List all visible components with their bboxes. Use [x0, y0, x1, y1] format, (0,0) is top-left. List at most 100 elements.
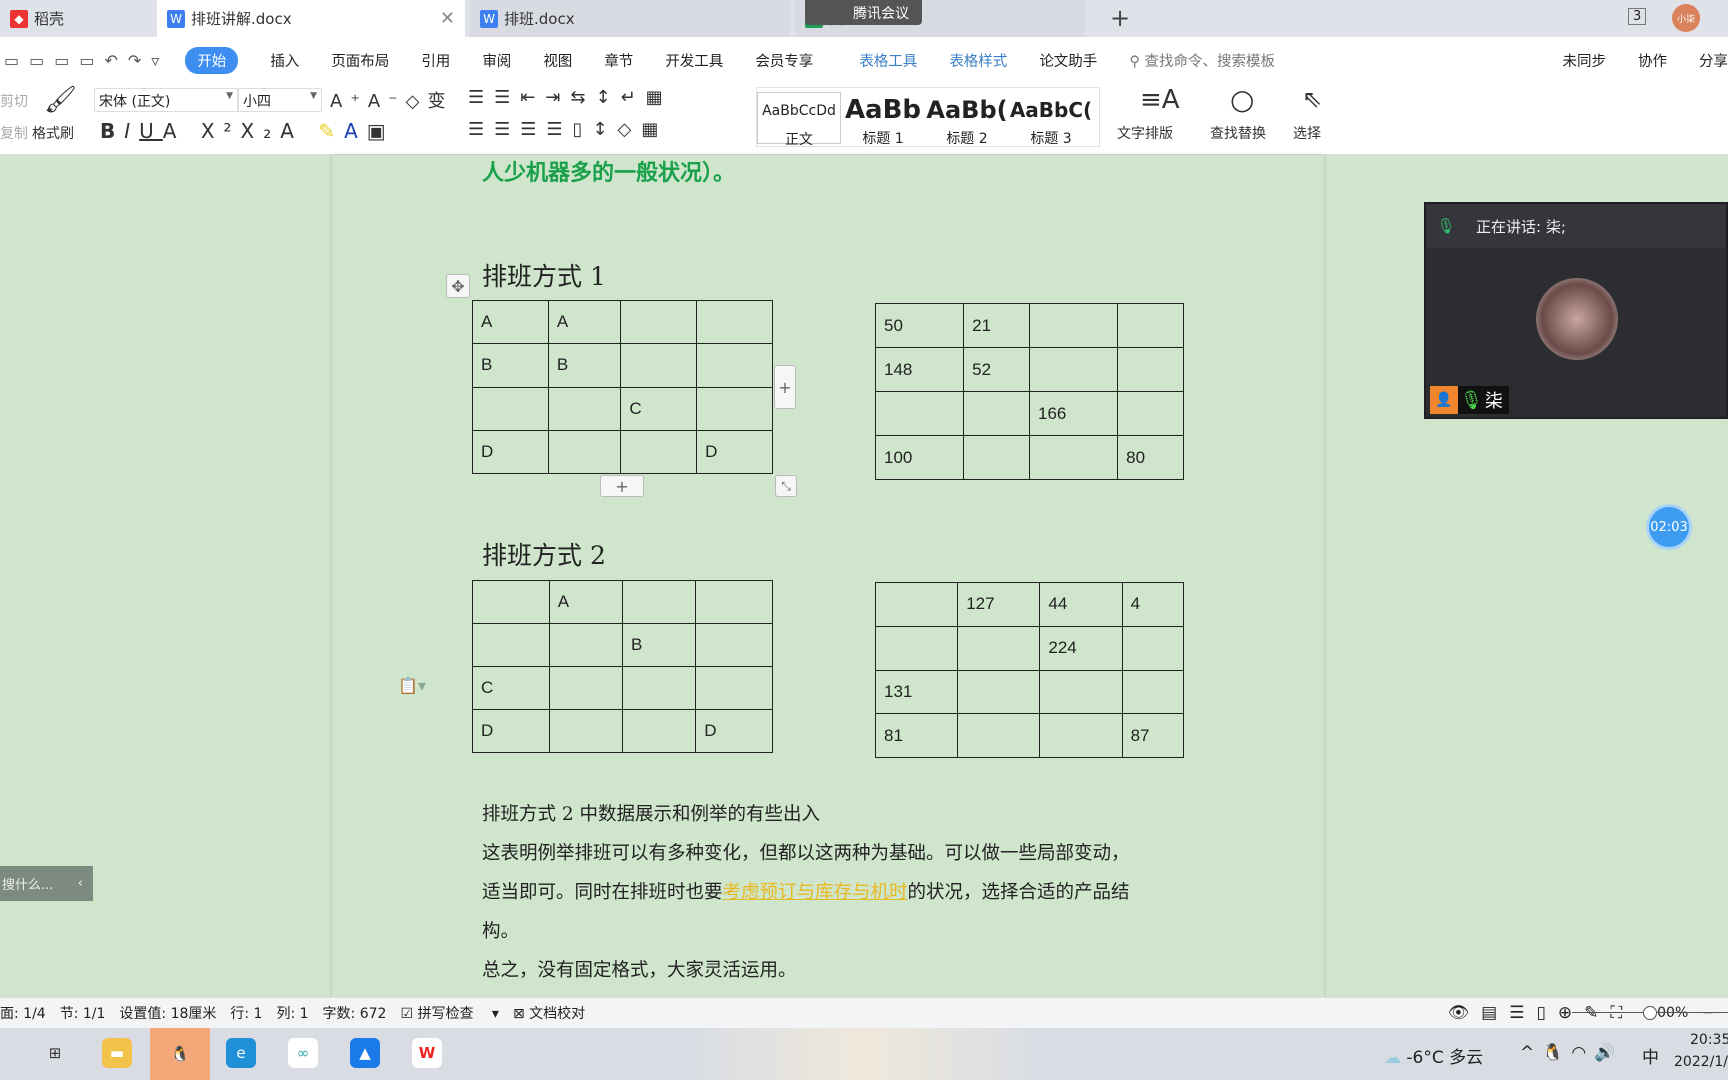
table-cell[interactable]: C	[472, 666, 550, 710]
zoom-out-button[interactable]: −	[1702, 1005, 1714, 1021]
table-cell[interactable]	[1028, 303, 1119, 348]
table-cell[interactable]	[1028, 347, 1119, 392]
avatar[interactable]: 小柒	[1672, 4, 1700, 32]
table-cell[interactable]: B	[547, 343, 622, 388]
tab-active-doc[interactable]: W 排班讲解.docx ✕	[157, 0, 465, 37]
menu-home[interactable]: 开始	[185, 46, 239, 74]
table-cell[interactable]	[1117, 347, 1184, 392]
add-row-button[interactable]: +	[600, 475, 644, 497]
table-cell[interactable]: A	[548, 580, 623, 624]
table-cell[interactable]: 4	[1121, 582, 1185, 627]
table-cell[interactable]	[1039, 713, 1123, 758]
table-cell[interactable]	[874, 391, 965, 436]
table-cell[interactable]: 87	[1121, 713, 1185, 758]
table-cell[interactable]	[472, 386, 549, 431]
style-h2[interactable]: AaBb(标题 2	[925, 92, 1009, 148]
menu-references[interactable]: 引用	[421, 50, 450, 71]
menu-member[interactable]: 会员专享	[755, 50, 813, 71]
menu-thesis[interactable]: 论文助手	[1039, 50, 1097, 71]
table-cell[interactable]: D	[472, 429, 549, 475]
table-cell[interactable]	[874, 625, 959, 671]
table-cell[interactable]	[696, 386, 773, 431]
table-cell[interactable]	[696, 343, 773, 388]
meeting-badge[interactable]: 腾讯会议	[805, 0, 922, 25]
table-2-left[interactable]: ABCDD	[472, 580, 773, 753]
window-count[interactable]: 3	[1628, 8, 1647, 25]
spell-check-button[interactable]: ☑ 拼写检查 ▾	[400, 1003, 499, 1023]
collapse-icon[interactable]: ‹	[78, 876, 83, 891]
table-cell[interactable]: 224	[1039, 625, 1123, 671]
table-cell[interactable]	[621, 666, 697, 710]
table-cell[interactable]: 166	[1028, 391, 1119, 436]
table-cell[interactable]: D	[695, 709, 773, 753]
select-button[interactable]: 选择	[1293, 123, 1321, 143]
find-replace-button[interactable]: 查找替换	[1210, 123, 1266, 143]
table-1-right[interactable]: 50 21 148 52 166 100 80	[874, 303, 1184, 480]
paragraph-icons[interactable]: ☰☰⇤⇥⇆↕↵▦	[468, 87, 673, 108]
new-tab-button[interactable]: +	[1110, 4, 1130, 32]
menu-review[interactable]: 审阅	[482, 50, 511, 71]
table-cell[interactable]	[1117, 391, 1184, 436]
view-mode-icons[interactable]: 👁▤☰▯⊕✎⛶	[1448, 1003, 1635, 1023]
task-view-icon[interactable]: ⊞	[40, 1038, 70, 1068]
tab-docer[interactable]: ◆ 稻壳	[0, 0, 155, 37]
font-size-select[interactable]: 小四 ▼	[238, 88, 322, 112]
table-cell[interactable]: 50	[874, 303, 965, 348]
menu-view[interactable]: 视图	[543, 50, 572, 71]
table-cell[interactable]: D	[696, 429, 773, 475]
ime-indicator[interactable]: 中	[1642, 1043, 1659, 1068]
meeting-app-icon[interactable]: ▲	[350, 1038, 380, 1068]
table-cell[interactable]: 127	[957, 582, 1041, 627]
cut-button[interactable]: 剪切	[0, 91, 28, 111]
alignment-icons[interactable]: ☰☰☰☰▯↕◇▦	[468, 119, 668, 140]
table-2-right[interactable]: 127 44 4 224 131 81 87	[874, 582, 1185, 758]
table-cell[interactable]	[621, 709, 697, 753]
quick-access-icons[interactable]: ▭▭▭▭↶↷▿	[4, 51, 169, 70]
format-painter-button[interactable]: 格式刷	[32, 123, 74, 143]
table-cell[interactable]	[1117, 303, 1184, 348]
menu-section[interactable]: 章节	[604, 50, 633, 71]
tab-doc2[interactable]: W 排班.docx	[470, 0, 790, 37]
table-cell[interactable]	[620, 299, 698, 345]
proofread-button[interactable]: ⊠ 文档校对	[513, 1003, 599, 1023]
table-cell[interactable]: D	[472, 709, 550, 753]
clock-date[interactable]: 2022/1/	[1674, 1054, 1728, 1070]
table-cell[interactable]: 21	[963, 303, 1030, 348]
table-cell[interactable]	[696, 299, 773, 345]
weather[interactable]: ☁ -6°C 多云	[1384, 1043, 1483, 1068]
table-1-left[interactable]: AABBCDD	[472, 299, 773, 475]
table-cell[interactable]: 100	[874, 435, 965, 480]
qq-icon[interactable]: 🐧	[150, 1028, 210, 1080]
resize-table-handle[interactable]: ⤡	[775, 475, 797, 497]
table-cell[interactable]: B	[472, 343, 549, 388]
table-cell[interactable]	[1039, 669, 1123, 715]
table-cell[interactable]	[621, 580, 697, 624]
collab-button[interactable]: 协作	[1638, 50, 1667, 71]
table-cell[interactable]	[472, 623, 550, 667]
text-layout-button[interactable]: 文字排版	[1117, 123, 1173, 143]
table-cell[interactable]	[957, 669, 1041, 715]
clock-time[interactable]: 20:35	[1690, 1032, 1728, 1048]
table-cell[interactable]	[1121, 669, 1185, 715]
table-move-handle[interactable]: ✥	[446, 274, 470, 298]
table-cell[interactable]: 131	[874, 669, 959, 715]
table-cell[interactable]: 44	[1039, 582, 1123, 627]
menu-insert[interactable]: 插入	[270, 50, 299, 71]
table-cell[interactable]	[1028, 435, 1119, 480]
table-cell[interactable]: C	[620, 386, 698, 431]
text-format-icons[interactable]: BIUA X²X₂A ✎A▣	[100, 119, 395, 143]
word-count[interactable]: 字数: 672	[323, 1003, 387, 1023]
sync-status[interactable]: 未同步	[1563, 50, 1607, 71]
table-cell[interactable]	[547, 386, 622, 431]
status-page[interactable]: 页面: 1/4	[0, 1003, 46, 1023]
table-cell[interactable]: 52	[963, 347, 1030, 392]
menu-table-tools[interactable]: 表格工具	[859, 50, 917, 71]
table-cell[interactable]	[548, 623, 623, 667]
table-cell[interactable]	[963, 435, 1030, 480]
meeting-timer[interactable]: 02:03	[1646, 504, 1692, 550]
table-cell[interactable]	[548, 709, 623, 753]
zoom-slider-knob[interactable]	[1643, 1006, 1657, 1020]
tray-icons[interactable]: ^🐧◠🔊	[1520, 1043, 1623, 1063]
table-cell[interactable]: 80	[1117, 435, 1184, 480]
font-tools-icons[interactable]: A⁺A⁻◇变	[330, 87, 453, 113]
